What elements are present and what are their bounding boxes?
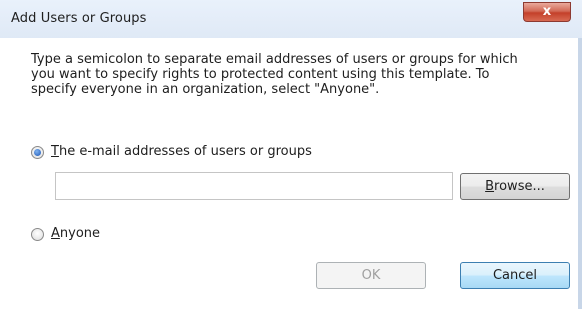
anyone-label-text: nyone — [59, 226, 101, 241]
window-border — [578, 38, 582, 309]
instructions-line: you want to specify rights to protected … — [31, 67, 490, 82]
ok-button[interactable]: OK — [316, 262, 426, 289]
browse-label-text: rowse... — [494, 179, 545, 194]
email-addresses-input[interactable] — [55, 172, 453, 200]
instructions-line: Type a semicolon to separate email addre… — [31, 52, 518, 67]
browse-button[interactable]: Browse... — [460, 173, 570, 200]
instructions-text: Type a semicolon to separate email addre… — [31, 52, 571, 97]
title-bar: Add Users or Groups x — [0, 0, 582, 39]
email-label-text: he e-mail addresses of users or groups — [58, 144, 312, 159]
close-button[interactable]: x — [523, 2, 571, 22]
email-radio-label[interactable]: The e-mail addresses of users or groups — [51, 144, 312, 159]
email-access-key: T — [51, 144, 59, 159]
instructions-line: specify everyone in an organization, sel… — [31, 82, 380, 97]
anyone-access-key: A — [51, 226, 60, 241]
cancel-button[interactable]: Cancel — [460, 262, 570, 289]
anyone-radio-label[interactable]: Anyone — [51, 226, 100, 241]
browse-access-key: B — [485, 179, 495, 194]
dialog-title: Add Users or Groups — [11, 11, 147, 26]
anyone-radio[interactable] — [31, 228, 44, 241]
add-users-dialog: Add Users or Groups x Type a semicolon t… — [0, 0, 582, 309]
email-radio[interactable] — [31, 146, 44, 159]
close-icon: x — [542, 4, 552, 19]
